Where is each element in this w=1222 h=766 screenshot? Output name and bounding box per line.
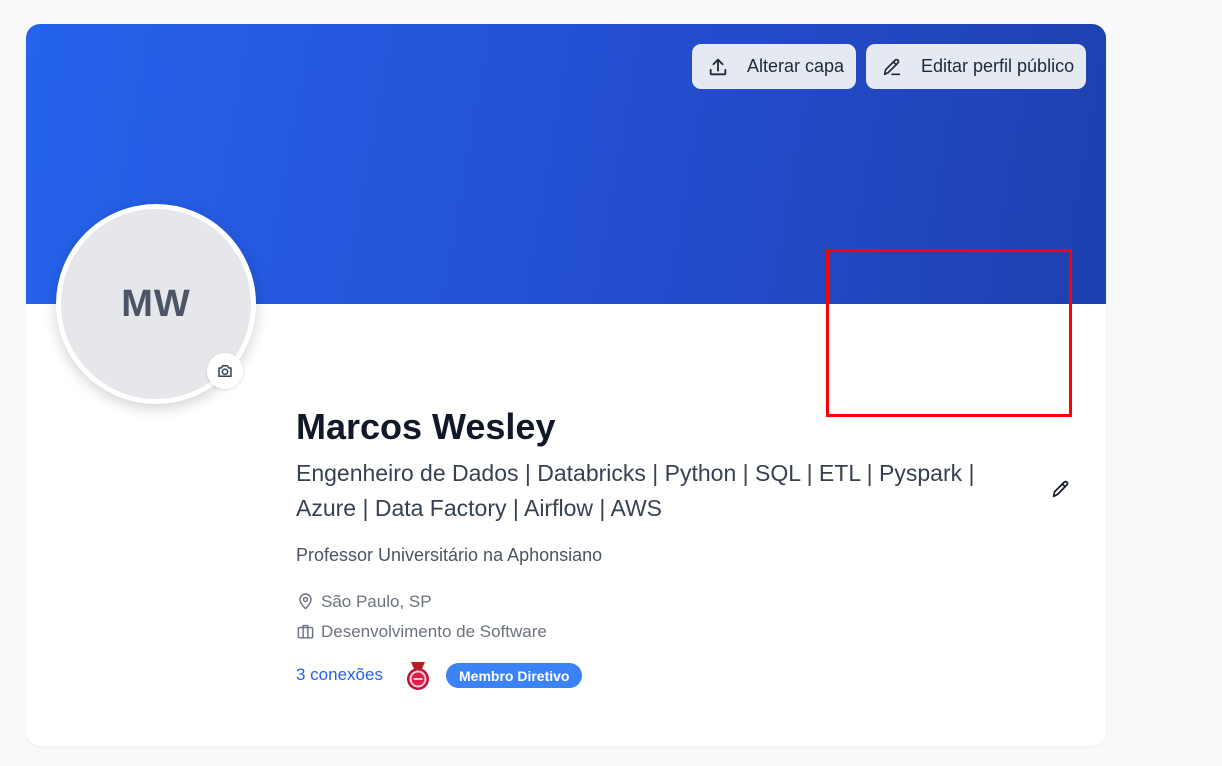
edit-public-profile-button[interactable]: Editar perfil público xyxy=(866,44,1086,89)
upload-icon xyxy=(707,56,729,78)
camera-icon xyxy=(218,365,232,377)
change-cover-button[interactable]: Alterar capa xyxy=(692,44,856,89)
map-pin-icon xyxy=(296,592,316,612)
profile-headline: Engenheiro de Dados | Databricks | Pytho… xyxy=(296,460,975,521)
connections-link[interactable]: 3 conexões xyxy=(296,665,383,685)
profile-role: Professor Universitário na Aphonsiano xyxy=(296,545,603,565)
profile-name: Marcos Wesley xyxy=(296,406,556,447)
annotation-highlight-box xyxy=(826,249,1072,417)
pencil-icon xyxy=(1052,480,1069,498)
medal-icon xyxy=(403,660,433,692)
location-text: São Paulo, SP xyxy=(321,592,432,611)
change-photo-button[interactable] xyxy=(207,353,243,389)
pencil-icon xyxy=(881,56,903,78)
avatar-initials: MW xyxy=(121,282,191,325)
briefcase-icon xyxy=(296,622,316,642)
avatar[interactable]: MW xyxy=(56,204,256,404)
industry-text: Desenvolvimento de Software xyxy=(321,622,547,641)
profile-location: São Paulo, SP xyxy=(296,592,432,612)
edit-headline-button[interactable] xyxy=(1050,478,1074,502)
profile-industry: Desenvolvimento de Software xyxy=(296,622,547,642)
member-badge: Membro Diretivo xyxy=(446,663,583,688)
edit-public-profile-label: Editar perfil público xyxy=(921,56,1075,76)
change-cover-label: Alterar capa xyxy=(747,56,845,76)
